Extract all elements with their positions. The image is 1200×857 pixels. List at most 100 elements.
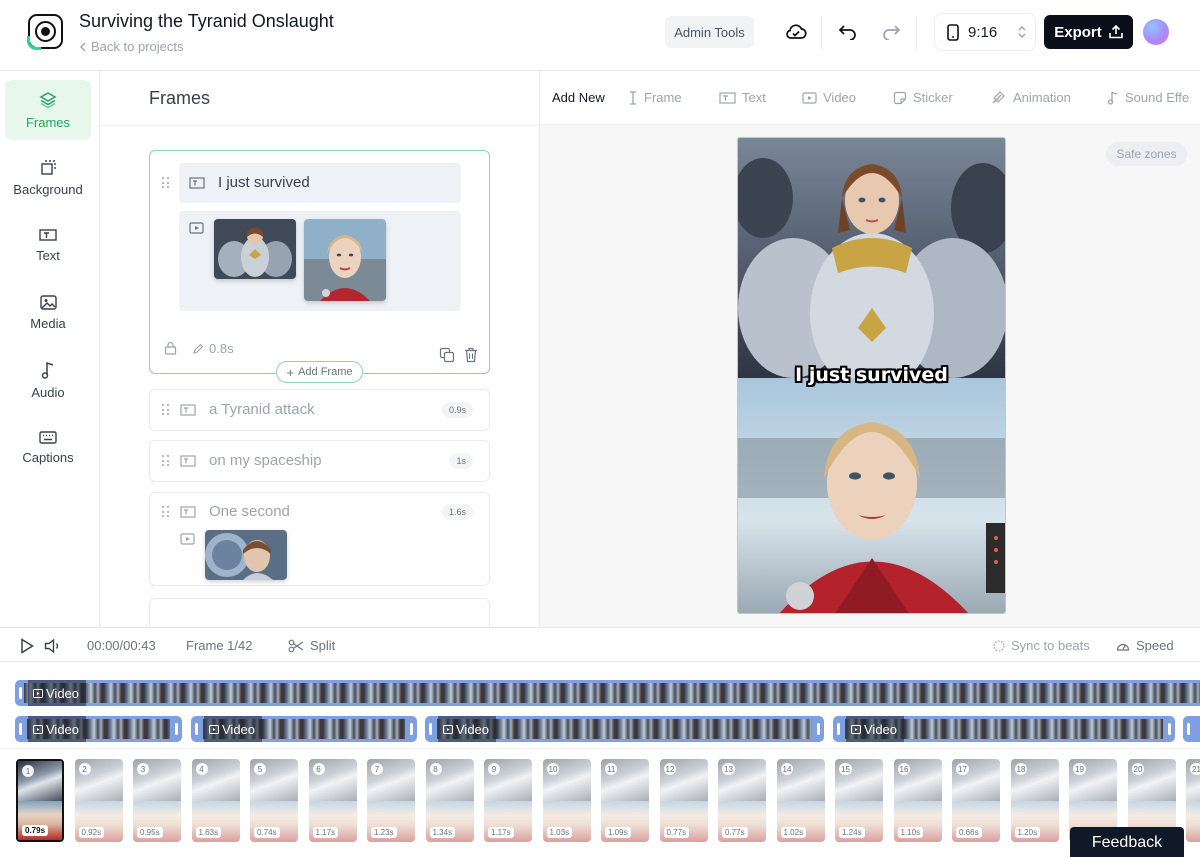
project-title[interactable]: Surviving the Tyranid Onslaught [79,11,334,32]
frame-thumbnail[interactable]: 14 1.02s [776,759,825,842]
video-track[interactable]: Video [15,680,1200,706]
frame-thumbnail[interactable]: 21 [1186,759,1200,842]
sidebar-item-label: Text [36,247,60,263]
plus-icon: + [286,364,295,380]
sync-label: Sync to beats [1011,638,1090,653]
frame-card-2[interactable]: a Tyranid attack 0.9s [149,389,490,431]
drag-handle-icon[interactable] [162,455,170,467]
add-animation-tool[interactable]: Animation [991,90,1071,105]
trim-handle-left[interactable] [19,723,22,735]
trim-handle-left[interactable] [19,687,22,699]
sidebar-item-captions[interactable]: Captions [5,418,91,478]
frame-thumbnail[interactable]: 8 1.34s [425,759,474,842]
admin-tools-button[interactable]: Admin Tools [665,16,754,48]
cloud-check-icon[interactable] [784,20,808,44]
frame-thumbnail[interactable]: 2 0.92s [74,759,123,842]
trim-handle-left[interactable] [837,723,840,735]
frame-thumbnail[interactable]: 5 0.74s [250,759,298,842]
volume-icon[interactable] [44,638,62,654]
video-segment[interactable]: Video [425,716,824,742]
app-logo[interactable] [27,14,63,50]
trim-handle-left[interactable] [1187,723,1190,735]
trash-icon[interactable] [464,347,478,363]
frame-thumbnail[interactable]: 10 1.03s [542,759,591,842]
split-button[interactable]: Split [288,638,335,653]
drag-handle-icon[interactable] [162,177,170,189]
text-icon [189,177,205,189]
trim-handle-right[interactable] [817,723,820,735]
frame-duration-label: 1.34s [429,827,456,838]
frame-thumbnail[interactable]: 11 1.09s [601,759,649,842]
frame-thumbnail[interactable]: 12 0.77s [659,759,708,842]
text-icon [180,455,196,467]
media-thumbnail[interactable] [205,530,287,580]
trim-handle-right[interactable] [175,723,178,735]
video-segment[interactable] [1183,716,1200,742]
video-segment[interactable]: Video [833,716,1175,742]
sidebar-item-audio[interactable]: Audio [5,350,91,410]
segment-label: Video [438,716,497,742]
safe-zones-toggle[interactable]: Safe zones [1106,142,1187,166]
add-text-tool[interactable]: Text [719,90,766,105]
video-icon [851,724,861,734]
add-sound-effect-tool[interactable]: Sound Effe [1107,90,1189,105]
frame-number: 8 [429,763,442,775]
sidebar-item-text[interactable]: Text [5,215,91,275]
aspect-ratio-select[interactable]: 9:16 [934,13,1036,51]
duplicate-icon[interactable] [439,347,455,363]
frame-thumbnail[interactable]: 9 1.17s [484,759,532,842]
frame-text-row[interactable]: I just survived [179,163,461,203]
frame-number: 21 [1190,763,1200,775]
video-segment[interactable]: Video [191,716,417,742]
trim-handle-right[interactable] [410,723,413,735]
trim-handle-left[interactable] [195,723,198,735]
tool-label: Sound Effe [1125,90,1190,105]
split-label: Split [310,638,336,653]
sync-to-beats-button[interactable]: Sync to beats [993,638,1090,653]
frame-card-3[interactable]: on my spaceship 1s [149,440,490,482]
user-avatar[interactable] [1143,19,1169,45]
frame-duration[interactable]: 0.8s [192,341,234,356]
frame-thumbnail[interactable]: 3 0.95s [133,759,181,842]
segment-label: Video [846,716,905,742]
speed-button[interactable]: Speed [1116,638,1174,653]
undo-icon[interactable] [836,20,860,44]
media-thumbnail[interactable] [214,219,296,279]
back-to-projects-link[interactable]: Back to projects [79,39,184,54]
frame-thumbnail[interactable]: 13 0.77s [718,759,766,842]
frame-duration-badge: 1.6s [441,504,473,520]
video-segment[interactable]: Video [15,716,182,742]
thumbnail-image [1186,800,1200,842]
frame-card-5[interactable] [149,598,490,627]
add-video-tool[interactable]: Video [802,90,856,105]
trim-handle-left[interactable] [429,723,432,735]
redo-icon[interactable] [879,20,903,44]
feedback-button[interactable]: Feedback [1070,827,1184,857]
export-button[interactable]: Export [1044,15,1133,49]
sidebar-item-background[interactable]: Background [5,148,91,208]
frame-thumbnail[interactable]: 7 1.23s [367,759,415,842]
frame-thumbnail[interactable]: 15 1.24s [835,759,883,842]
add-frame-tool[interactable]: Frame [628,90,682,105]
frame-thumbnail[interactable]: 6 1.17s [308,759,357,842]
play-icon[interactable] [20,638,34,654]
add-frame-button[interactable]: + Add Frame [276,361,363,383]
frame-thumbnail[interactable]: 17 0.66s [952,759,1000,842]
frame-card-4[interactable]: One second 1.6s [149,492,490,586]
tool-label: Sticker [913,90,953,105]
preview-caption[interactable]: I just survived [738,364,1005,386]
sidebar-item-media[interactable]: Media [5,283,91,343]
video-preview[interactable]: I just survived [737,137,1006,614]
frame-thumbnail[interactable]: 18 1.20s [1010,759,1059,842]
drag-handle-icon[interactable] [162,404,170,416]
frame-thumbnail[interactable]: 16 1.10s [893,759,942,842]
frame-thumbnail[interactable]: 4 1.63s [191,759,240,842]
add-sticker-tool[interactable]: Sticker [893,90,953,105]
media-thumbnail[interactable] [304,219,386,301]
frame-card-1[interactable]: I just survived 0.8s [149,150,490,374]
trim-handle-right[interactable] [1168,723,1171,735]
lock-icon[interactable] [164,341,177,355]
frame-thumbnail[interactable]: 1 0.79s [16,759,64,842]
sidebar-item-frames[interactable]: Frames [5,80,91,140]
drag-handle-icon[interactable] [162,506,170,518]
